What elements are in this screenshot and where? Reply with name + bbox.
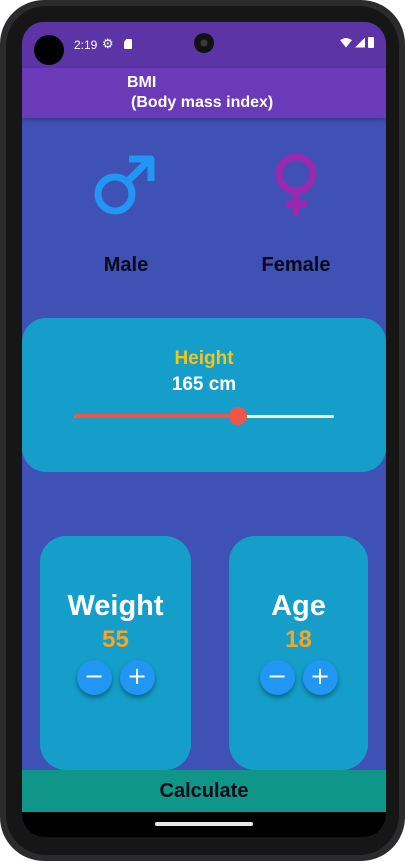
- female-label: Female: [261, 254, 331, 276]
- weight-controls: − +: [40, 660, 191, 695]
- front-camera: [194, 33, 214, 53]
- system-nav-bar: [22, 812, 386, 837]
- home-gesture-handle[interactable]: [155, 822, 253, 826]
- gender-male-option[interactable]: Male: [56, 150, 196, 280]
- weight-increment-button[interactable]: +: [119, 660, 155, 695]
- settings-icon: ⚙: [102, 36, 114, 51]
- height-slider[interactable]: [74, 406, 334, 426]
- age-value: 18: [285, 626, 312, 653]
- slider-active-track: [74, 414, 238, 418]
- age-label: Age: [271, 590, 326, 622]
- height-card: Height 165 cm: [22, 318, 386, 472]
- weight-card: Weight 55 − +: [40, 536, 191, 770]
- age-controls: − +: [229, 660, 368, 695]
- slider-thumb[interactable]: [228, 407, 247, 425]
- male-label: Male: [103, 254, 149, 276]
- weight-value: 55: [102, 626, 129, 653]
- weight-decrement-button[interactable]: −: [76, 660, 112, 695]
- phone-frame: 2:19 ⚙ BMI (Body mass index) Male Female…: [0, 0, 405, 861]
- age-increment-button[interactable]: +: [302, 660, 338, 695]
- battery-icon: [368, 37, 374, 48]
- age-decrement-button[interactable]: −: [259, 660, 295, 695]
- app-bar: BMI (Body mass index): [22, 68, 386, 118]
- status-time: 2:19: [74, 38, 98, 52]
- age-card: Age 18 − +: [229, 536, 368, 770]
- calculate-button[interactable]: Calculate: [22, 770, 386, 812]
- height-value: 165 cm: [171, 374, 237, 395]
- signal-icon: [355, 37, 365, 48]
- status-icons: [340, 37, 374, 48]
- gender-female-option[interactable]: Female: [226, 150, 366, 280]
- app-screen: 2:19 ⚙ BMI (Body mass index) Male Female…: [22, 22, 386, 837]
- camera-cutout: [34, 35, 64, 65]
- male-symbol-icon: [94, 155, 155, 215]
- app-title: BMI: [127, 74, 157, 91]
- sd-card-icon: [124, 39, 132, 49]
- wifi-icon: [340, 37, 352, 48]
- weight-label: Weight: [67, 590, 164, 622]
- female-symbol-icon: [275, 153, 317, 216]
- height-label: Height: [174, 348, 234, 369]
- app-subtitle: (Body mass index): [131, 94, 274, 111]
- status-bar: 2:19 ⚙: [22, 22, 386, 68]
